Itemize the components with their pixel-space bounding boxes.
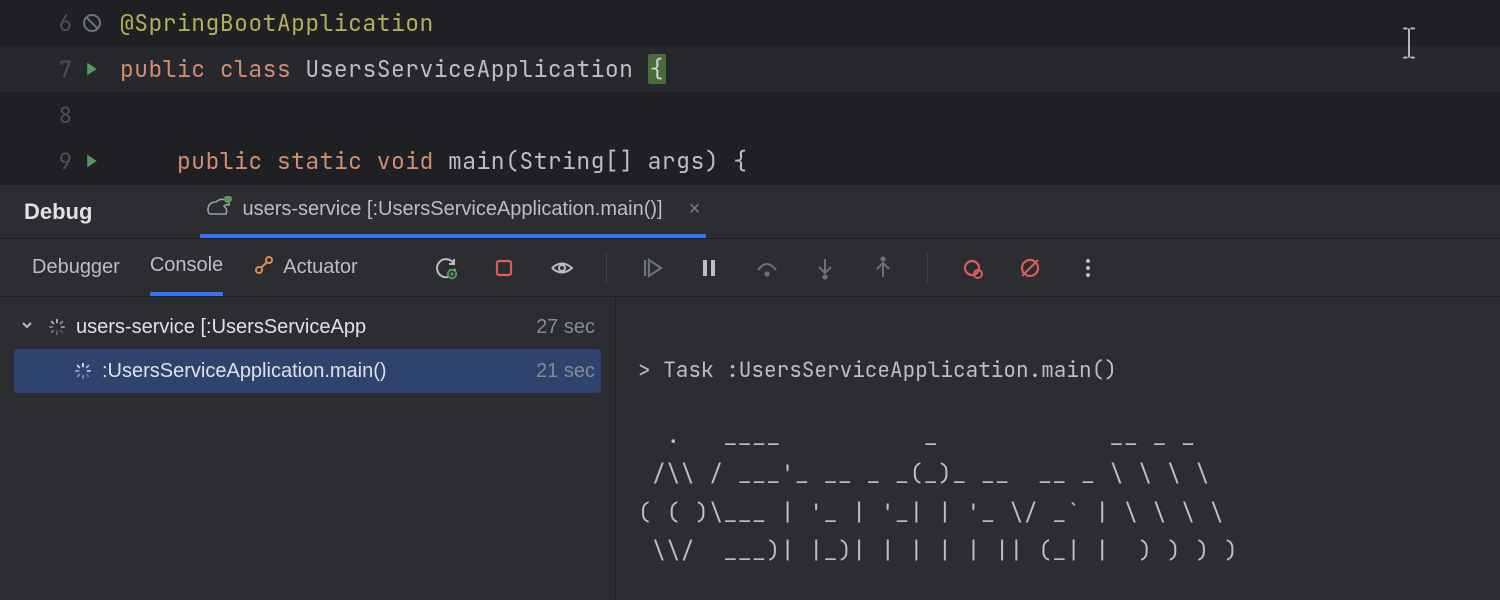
spring-banner-ascii: . ____ _ __ _ _ /\\ / ___'_ __ _ _(_)_ _…: [638, 417, 1478, 571]
gutter[interactable]: 7: [0, 55, 120, 84]
close-tab-icon[interactable]: ×: [689, 198, 701, 221]
spinner-icon: [74, 362, 92, 380]
spinner-icon: [48, 318, 66, 336]
stop-icon[interactable]: [490, 254, 518, 282]
run-icon[interactable]: [82, 151, 102, 171]
frame-row-task[interactable]: :UsersServiceApplication.main() 21 sec: [14, 349, 601, 393]
toolwindow-title: Debug: [24, 199, 92, 225]
code-text[interactable]: @SpringBootApplication: [120, 8, 1500, 38]
code-line[interactable]: 9 public static void main(String[] args)…: [0, 138, 1500, 184]
no-entry-icon[interactable]: [82, 13, 102, 33]
debug-toolwindow: Debug users-service [:UsersServiceApplic…: [0, 184, 1500, 600]
run-icon[interactable]: [82, 59, 102, 79]
tab-debugger[interactable]: Debugger: [32, 239, 120, 296]
chevron-down-icon[interactable]: [20, 318, 38, 337]
debug-toolbar: Debugger Console Actuator: [0, 239, 1500, 297]
more-icon[interactable]: [1074, 254, 1102, 282]
resume-icon[interactable]: [637, 254, 665, 282]
gutter[interactable]: 8: [0, 101, 120, 130]
code-editor[interactable]: 6 @SpringBootApplication 7 public class …: [0, 0, 1500, 184]
step-out-icon[interactable]: [869, 254, 897, 282]
tab-console[interactable]: Console: [150, 239, 223, 296]
tab-actuator[interactable]: Actuator: [253, 239, 357, 296]
code-text[interactable]: public class UsersServiceApplication {: [120, 54, 1500, 84]
frame-label: :UsersServiceApplication.main(): [102, 360, 520, 383]
show-watches-icon[interactable]: [548, 254, 576, 282]
separator: [606, 253, 607, 283]
separator: [927, 253, 928, 283]
line-number: 8: [44, 101, 72, 130]
console-output[interactable]: > Task :UsersServiceApplication.main() .…: [616, 297, 1500, 600]
step-over-icon[interactable]: [753, 254, 781, 282]
frame-label: users-service [:UsersServiceApp: [76, 316, 520, 339]
line-number: 7: [44, 55, 72, 84]
code-line[interactable]: 7 public class UsersServiceApplication {: [0, 46, 1500, 92]
run-configuration-tab[interactable]: users-service [:UsersServiceApplication.…: [200, 185, 706, 238]
code-text[interactable]: public static void main(String[] args) {: [120, 146, 1500, 176]
gradle-bug-icon: [206, 196, 232, 224]
text-cursor-icon: [1398, 26, 1420, 69]
mute-breakpoints-icon[interactable]: [1016, 254, 1044, 282]
step-into-icon[interactable]: [811, 254, 839, 282]
gutter[interactable]: 6: [0, 9, 120, 38]
line-number: 9: [44, 147, 72, 176]
toolwindow-header: Debug users-service [:UsersServiceApplic…: [0, 185, 1500, 239]
frame-row-root[interactable]: users-service [:UsersServiceApp 27 sec: [14, 305, 601, 349]
actuator-icon: [253, 254, 275, 282]
rerun-debug-icon[interactable]: [432, 254, 460, 282]
view-breakpoints-icon[interactable]: [958, 254, 986, 282]
frames-panel[interactable]: users-service [:UsersServiceApp 27 sec :…: [0, 297, 616, 600]
frame-time: 21 sec: [536, 360, 595, 383]
frame-time: 27 sec: [536, 316, 595, 339]
run-configuration-label: users-service [:UsersServiceApplication.…: [242, 198, 662, 221]
gutter[interactable]: 9: [0, 147, 120, 176]
line-number: 6: [44, 9, 72, 38]
pause-icon[interactable]: [695, 254, 723, 282]
code-line[interactable]: 8: [0, 92, 1500, 138]
code-line[interactable]: 6 @SpringBootApplication: [0, 0, 1500, 46]
console-task-line: > Task :UsersServiceApplication.main(): [638, 357, 1117, 384]
